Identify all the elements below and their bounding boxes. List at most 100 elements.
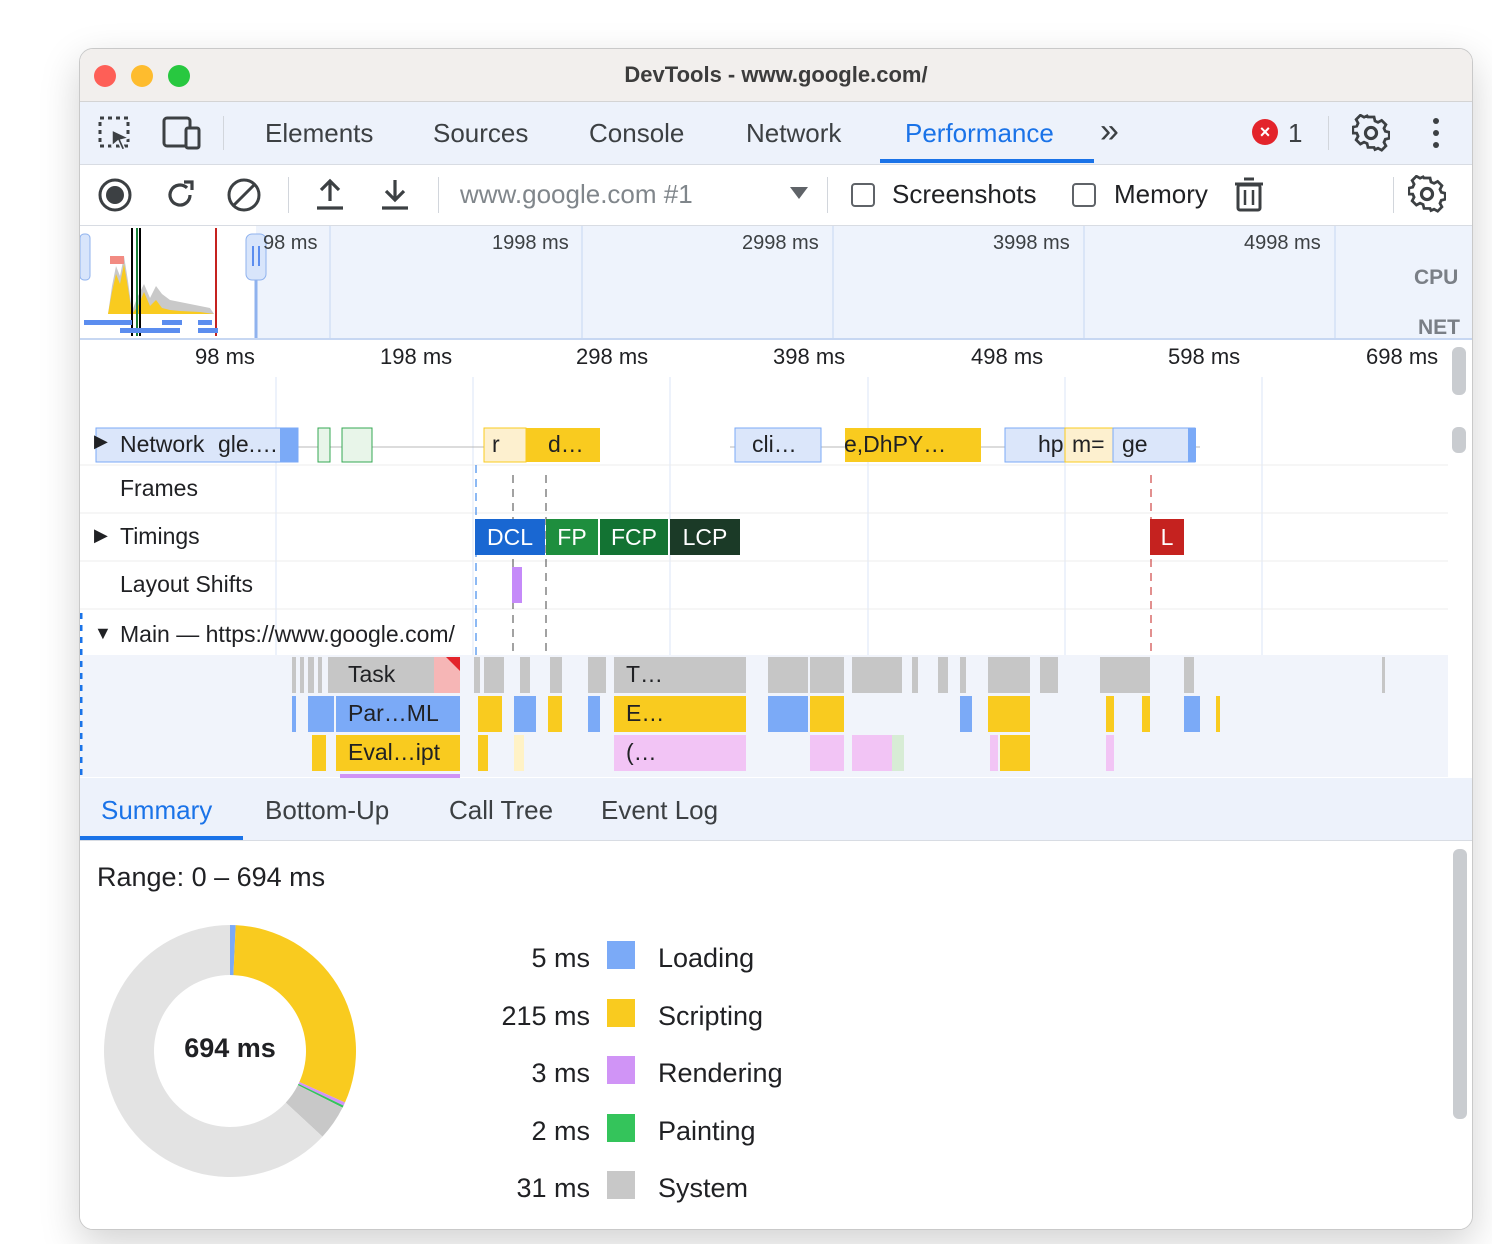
legend-row-system: 31 ms System <box>470 1169 970 1209</box>
timing-marker-dcl[interactable]: DCL <box>475 519 545 555</box>
legend-value: 2 ms <box>531 1116 590 1146</box>
track-timings-label[interactable]: Timings <box>120 523 200 550</box>
network-request-bar[interactable]: r <box>492 431 500 458</box>
track-layout-shifts-label[interactable]: Layout Shifts <box>120 571 253 598</box>
timing-marker-fp[interactable]: FP <box>546 519 598 555</box>
overview-tick: 98 ms <box>263 232 318 254</box>
network-request-bar[interactable]: d… <box>548 431 584 458</box>
net-label: NET <box>1418 316 1460 339</box>
ruler-tick: 698 ms <box>1366 344 1439 369</box>
legend-swatch-scripting <box>607 999 635 1027</box>
tab-network[interactable]: Network <box>746 118 841 149</box>
error-icon[interactable]: × <box>1252 119 1278 145</box>
overview-tick: 3998 ms <box>993 232 1070 254</box>
legend-value: 5 ms <box>531 943 590 973</box>
recording-select[interactable]: www.google.com #1 <box>460 179 810 213</box>
tab-summary[interactable]: Summary <box>101 795 212 826</box>
network-request-bar[interactable]: m= <box>1072 431 1105 458</box>
flame-entry-task[interactable]: T… <box>626 661 663 688</box>
timeline-ruler: 98 ms 198 ms 298 ms 398 ms 498 ms 598 ms… <box>80 340 1472 376</box>
more-tabs-button[interactable]: » <box>1100 112 1119 151</box>
tab-separator <box>223 116 224 150</box>
reload-record-icon[interactable] <box>162 177 198 213</box>
active-tab-indicator <box>880 159 1094 163</box>
title-bar: DevTools - www.google.com/ <box>80 49 1472 102</box>
ruler-tick: 98 ms <box>195 344 255 369</box>
flame-entry-parse-html[interactable]: Par…ML <box>348 700 439 727</box>
device-toolbar-icon[interactable] <box>162 116 202 152</box>
performance-toolbar: www.google.com #1 Screenshots Memory <box>80 165 1472 226</box>
timeline-overview[interactable]: 98 ms 1998 ms 2998 ms 3998 ms 4998 ms CP… <box>80 226 1472 340</box>
track-network-label[interactable]: Network <box>120 431 204 458</box>
ruler-tick: 198 ms <box>380 344 453 369</box>
flame-entry-evaluate[interactable]: E… <box>626 700 664 727</box>
network-request-bar[interactable]: e,DhPY… <box>844 431 946 458</box>
details-tab-bar: Summary Bottom-Up Call Tree Event Log <box>80 778 1472 841</box>
legend-value: 31 ms <box>516 1173 590 1203</box>
network-request-bar[interactable]: hp <box>1038 431 1064 458</box>
tab-bottom-up[interactable]: Bottom-Up <box>265 795 389 826</box>
ruler-tick: 598 ms <box>1168 344 1241 369</box>
timing-marker-lcp[interactable]: LCP <box>670 519 740 555</box>
tab-sources[interactable]: Sources <box>433 118 528 149</box>
expand-timings-icon[interactable]: ▶ <box>94 525 108 546</box>
timing-marker-load[interactable]: L <box>1150 519 1184 555</box>
track-frames-label[interactable]: Frames <box>120 475 198 502</box>
capture-settings-gear-icon[interactable] <box>1408 175 1446 213</box>
flame-chart-scrollbar[interactable] <box>1452 347 1466 395</box>
flame-chart[interactable]: ▶ Network gle.… r d… cli… e,DhPY… hp m= … <box>80 377 1448 777</box>
flame-entry-anonymous[interactable]: (… <box>626 739 657 766</box>
tab-event-log[interactable]: Event Log <box>601 795 718 826</box>
legend-swatch-system <box>607 1171 635 1199</box>
legend-label: Scripting <box>658 1001 764 1031</box>
legend-row-loading: 5 ms Loading <box>470 939 970 979</box>
panel-tab-bar: Elements Sources Console Network Perform… <box>80 102 1472 165</box>
upload-profile-icon[interactable] <box>312 177 348 213</box>
legend-row-rendering: 3 ms Rendering <box>470 1054 970 1094</box>
collapse-main-icon[interactable]: ▼ <box>94 623 112 644</box>
track-main-label[interactable]: Main — https://www.google.com/ <box>120 621 455 648</box>
memory-label[interactable]: Memory <box>1114 179 1208 210</box>
more-options-icon[interactable] <box>1424 116 1448 150</box>
memory-checkbox[interactable] <box>1072 183 1096 207</box>
tab-console[interactable]: Console <box>589 118 684 149</box>
expand-network-icon[interactable]: ▶ <box>94 431 108 452</box>
window-title: DevTools - www.google.com/ <box>624 62 928 87</box>
network-request-bar[interactable]: cli… <box>752 431 797 458</box>
legend-label: Rendering <box>658 1058 783 1088</box>
cpu-label: CPU <box>1414 266 1459 289</box>
legend-label: Painting <box>658 1116 756 1146</box>
flame-entry-task[interactable]: Task <box>348 661 395 688</box>
overview-tick: 1998 ms <box>492 232 569 254</box>
tab-performance[interactable]: Performance <box>905 118 1054 149</box>
ruler-tick: 398 ms <box>773 344 846 369</box>
settings-gear-icon[interactable] <box>1352 114 1390 152</box>
screenshots-label[interactable]: Screenshots <box>892 179 1037 210</box>
toolbar-separator <box>827 177 828 213</box>
flame-entry-evaluate-script[interactable]: Eval…ipt <box>348 739 440 766</box>
network-request-bar[interactable]: gle.… <box>218 431 278 458</box>
donut-slice-scripting <box>233 925 357 1103</box>
legend-value: 215 ms <box>501 1001 590 1031</box>
toolbar-separator <box>438 177 439 213</box>
error-count[interactable]: 1 <box>1288 118 1302 149</box>
summary-scrollbar[interactable] <box>1453 849 1467 1119</box>
clear-icon[interactable] <box>226 177 262 213</box>
active-details-tab-indicator <box>80 836 243 840</box>
tab-elements[interactable]: Elements <box>265 118 373 149</box>
toolbar-separator <box>288 177 289 213</box>
summary-range: Range: 0 – 694 ms <box>97 862 326 892</box>
network-request-bar[interactable]: ge <box>1122 431 1148 458</box>
tab-separator <box>1328 116 1329 150</box>
garbage-collect-icon[interactable] <box>1234 177 1264 213</box>
summary-total: 694 ms <box>184 1033 276 1063</box>
download-profile-icon[interactable] <box>377 177 413 213</box>
screenshots-checkbox[interactable] <box>851 183 875 207</box>
tab-call-tree[interactable]: Call Tree <box>449 795 553 826</box>
ruler-tick: 498 ms <box>971 344 1044 369</box>
legend-swatch-painting <box>607 1114 635 1142</box>
inspect-element-icon[interactable] <box>98 116 134 152</box>
timing-marker-fcp[interactable]: FCP <box>600 519 668 555</box>
flame-chart-scrollbar-thumb[interactable] <box>1452 427 1466 453</box>
record-icon[interactable] <box>97 177 133 213</box>
